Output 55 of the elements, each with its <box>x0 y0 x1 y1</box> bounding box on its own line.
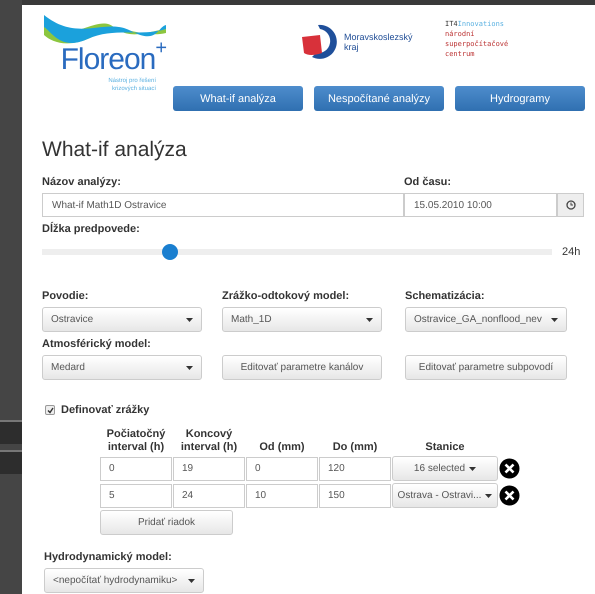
column-header: Počiatočný interval (h) <box>106 428 166 454</box>
name-input[interactable]: What-if Math1D Ostravice <box>42 193 404 217</box>
field-label: Povodie: <box>42 290 90 302</box>
checkbox[interactable] <box>45 405 55 415</box>
table-input[interactable]: 0 <box>246 456 318 480</box>
caret-icon <box>551 318 558 322</box>
dropdown[interactable]: <nepočítať hydrodynamiku> <box>44 568 204 593</box>
field-label: Hydrodynamický model: <box>44 551 173 563</box>
dropdown[interactable]: Ostravice <box>42 307 202 332</box>
field-label: Atmosférický model: <box>42 338 152 350</box>
slider-reading: 24h <box>562 246 580 258</box>
column-header: Do (mm) <box>332 441 378 454</box>
region-emblem-icon <box>300 23 340 61</box>
field-label: Názov analýzy: <box>42 176 122 188</box>
column-header: Od (mm) <box>258 441 306 454</box>
field-label: Od času: <box>404 176 452 188</box>
field-label: Zrážko-odtokový model: <box>222 290 350 302</box>
field-label: Dĺžka predpovede: <box>42 223 141 235</box>
logo-text: Floreon+ <box>60 43 166 77</box>
checkbox-label: Definovať zrážky <box>61 404 150 416</box>
table-input[interactable]: 0 <box>100 456 172 480</box>
dropdown[interactable]: Medard <box>42 355 202 380</box>
add-row-button[interactable]: Pridať riadok <box>100 510 233 535</box>
table-input[interactable]: 150 <box>319 484 391 508</box>
table-input[interactable]: 24 <box>173 484 245 508</box>
dropdown[interactable]: Math_1D <box>222 307 382 332</box>
remove-icon[interactable] <box>499 485 520 506</box>
edit-button[interactable]: Editovať parametre kanálov <box>222 355 382 380</box>
date-input[interactable]: 15.05.2010 10:00 <box>404 193 557 217</box>
nav-button[interactable]: Nespočítané analýzy <box>314 86 444 111</box>
caret-icon <box>186 366 193 370</box>
caret-icon <box>186 318 193 322</box>
clock-button[interactable] <box>557 193 584 217</box>
table-input[interactable]: 5 <box>100 484 172 508</box>
caret-icon <box>485 494 492 498</box>
region-name: Moravskoslezský kraj <box>344 32 413 52</box>
caret-icon <box>188 578 195 582</box>
column-header: Stanice <box>424 441 466 454</box>
dropdown[interactable]: Ostravice_GA_nonflood_nev <box>405 307 567 332</box>
caret-icon <box>366 318 373 322</box>
table-input[interactable]: 120 <box>319 456 391 480</box>
slider-thumb[interactable] <box>162 244 178 260</box>
nav-button[interactable]: What-if analýza <box>173 86 303 111</box>
remove-icon[interactable] <box>499 458 520 479</box>
page-title: What-if analýza <box>42 138 188 162</box>
table-input[interactable]: 19 <box>173 456 245 480</box>
station-dropdown[interactable]: 16 selected <box>392 456 498 481</box>
table-input[interactable]: 10 <box>246 484 318 508</box>
clock-icon <box>566 200 576 210</box>
column-header: Koncový interval (h) <box>180 428 238 454</box>
caret-icon <box>469 466 476 470</box>
edit-button[interactable]: Editovať parametre subpovodí <box>405 355 567 380</box>
field-label: Schematizácia: <box>405 290 486 302</box>
station-dropdown[interactable]: Ostrava - Ostravi... <box>392 483 498 508</box>
nav-button[interactable]: Hydrogramy <box>455 86 585 111</box>
